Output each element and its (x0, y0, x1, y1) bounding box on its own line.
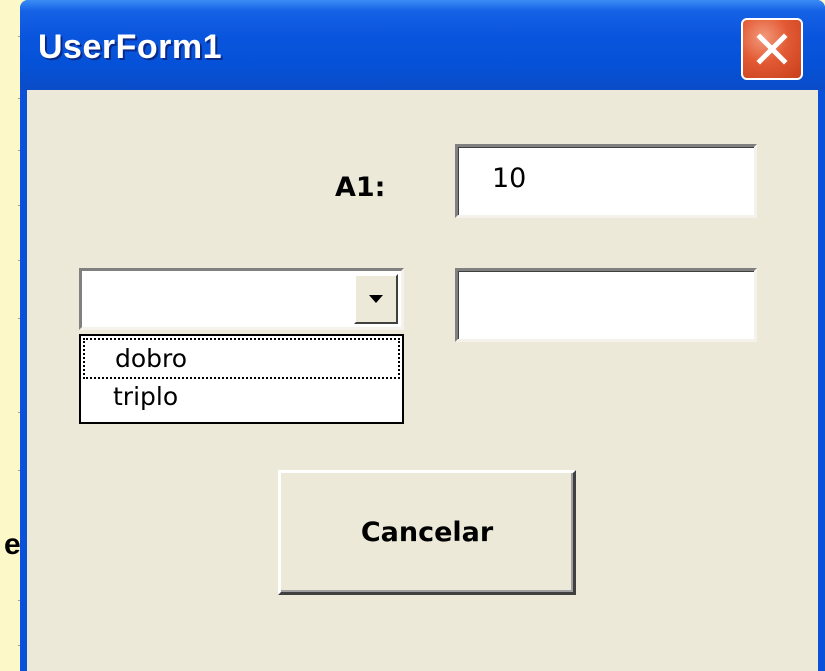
a1-textbox-value: 10 (492, 163, 527, 194)
form-client-area: A1: 10 dobro triplo Cancelar (27, 90, 818, 671)
operation-combobox[interactable] (79, 268, 404, 330)
close-icon (756, 33, 788, 65)
a1-label: A1: (335, 172, 386, 203)
title-bar[interactable]: UserForm1 (20, 0, 825, 90)
close-button[interactable] (741, 18, 803, 80)
combobox-dropdown-button[interactable] (354, 274, 398, 324)
cancel-button[interactable]: Cancelar (278, 470, 576, 595)
dropdown-option-dobro[interactable]: dobro (83, 338, 400, 379)
window-title: UserForm1 (38, 28, 223, 66)
a1-textbox[interactable]: 10 (455, 144, 757, 218)
chevron-down-icon (369, 295, 383, 303)
userform-window: UserForm1 A1: 10 dobro triplo Cancelar (20, 0, 825, 671)
result-textbox[interactable] (455, 268, 757, 342)
combobox-dropdown-list: dobro triplo (79, 334, 404, 424)
background-text-fragment: e (4, 528, 21, 561)
dropdown-option-triplo[interactable]: triplo (83, 378, 400, 419)
